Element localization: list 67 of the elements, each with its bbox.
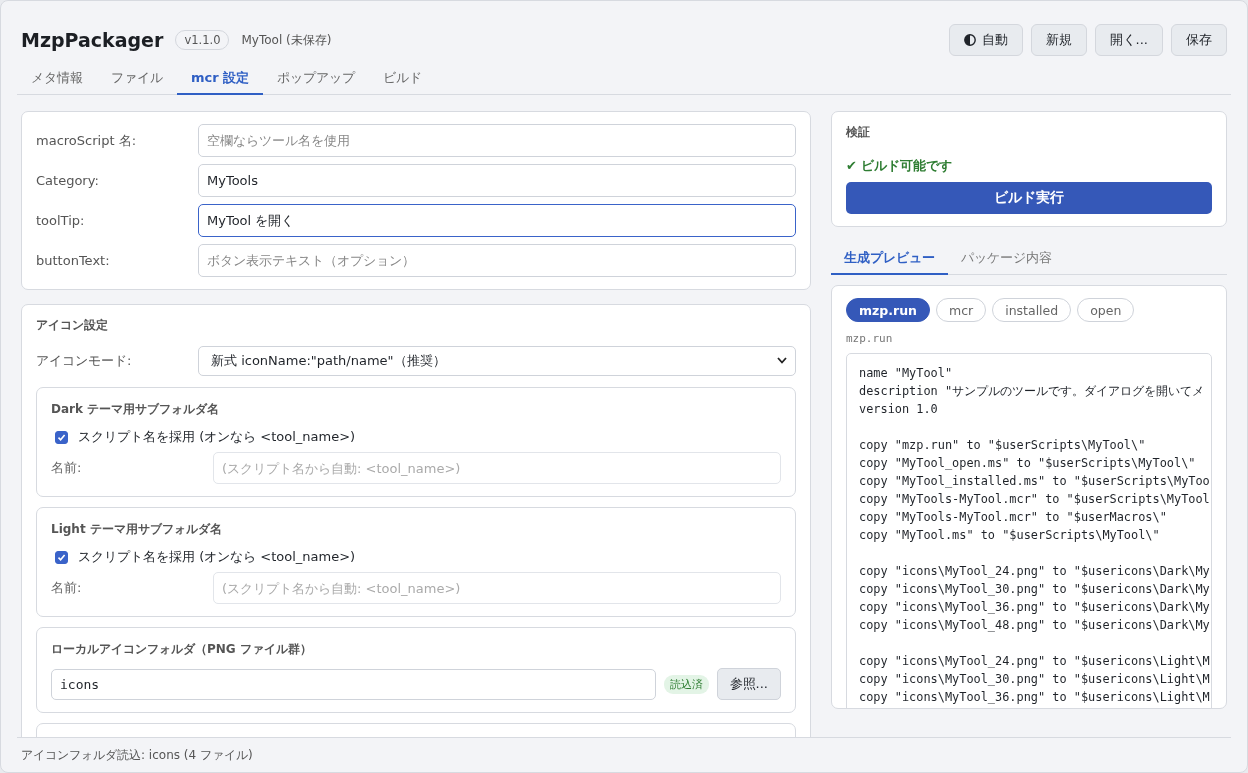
code-line: copy "icons\MyTool_48.png" to "$usericons\Dark\My xyxy=(859,617,1211,634)
input-field[interactable]: MyTool を開く xyxy=(198,204,796,237)
checkbox[interactable] xyxy=(55,430,68,444)
status-badge: 読込済 xyxy=(663,674,709,694)
theme-button[interactable]: 自動 xyxy=(948,24,1023,56)
code-line: copy "MyTools-MyTool.mcr" to "$userScripts\MyTool xyxy=(859,491,1211,508)
input-field[interactable]: ボタン表示テキスト（オプション） xyxy=(198,244,796,277)
code-line: name "MyTool" xyxy=(859,365,954,382)
chevron-down-icon xyxy=(777,357,787,364)
code-line: copy "mzp.run" to "$userScripts\MyTool\" xyxy=(859,437,1147,454)
section-title: Light テーマ用サブフォルダ名 xyxy=(51,521,223,538)
code-line: copy "MyTool_open.ms" to "$userScripts\MyTool\" xyxy=(859,455,1197,472)
section-title: Dark テーマ用サブフォルダ名 xyxy=(51,401,221,418)
code-line: copy "MyTool_installed.ms" to "$userScripts\MyToo xyxy=(859,473,1211,490)
status-text: アイコンフォルダ読込: icons (4 ファイル) xyxy=(21,746,253,764)
build-button[interactable]: ビルド実行 xyxy=(846,182,1212,214)
contrast-icon xyxy=(963,34,976,46)
input-field[interactable]: (スクリプト名から自動: <tool_name>) xyxy=(213,452,781,484)
file-chip[interactable]: open xyxy=(1077,298,1135,322)
app-title: MzpPackager xyxy=(21,29,164,51)
field-label: アイコンモード: xyxy=(36,351,133,370)
file-name: mzp.run xyxy=(846,332,894,345)
section-title: アイコン設定 xyxy=(36,317,109,334)
tab[interactable]: ファイル xyxy=(97,63,177,95)
icon-mode-select[interactable]: 新式 iconName:"path/name"（推奨） xyxy=(198,345,796,376)
section-title: 検証 xyxy=(846,124,871,141)
code-line: copy "icons\MyTool_30.png" to "$usericons\Light\M xyxy=(859,671,1211,688)
code-line: version 1.0 xyxy=(859,401,939,418)
code-line: copy "MyTool.ms" to "$userScripts\MyTool\" xyxy=(859,527,1161,544)
tab[interactable]: mcr 設定 xyxy=(177,63,264,95)
file-chip[interactable]: mcr xyxy=(935,298,987,322)
code-line: copy "icons\MyTool_24.png" to "$usericons\Light\M xyxy=(859,653,1211,670)
section-title: ローカルアイコンフォルダ（PNG ファイル群） xyxy=(51,641,313,658)
code-line: copy "icons\MyTool_24.png" to "$usericons\Dark\My xyxy=(859,563,1211,580)
field-label: 名前: xyxy=(51,459,83,477)
header-button[interactable]: 開く... xyxy=(1094,24,1163,56)
document-name: MyTool (未保存) xyxy=(241,31,332,49)
input-field[interactable]: MyTools xyxy=(198,164,796,197)
file-chip[interactable]: installed xyxy=(992,298,1072,322)
tab[interactable]: ポップアップ xyxy=(263,63,370,95)
checkbox-label: スクリプト名を採用 (オンなら <tool_name>) xyxy=(78,428,356,446)
header-button[interactable]: 保存 xyxy=(1171,24,1227,56)
field-label: buttonText: xyxy=(36,253,111,268)
input-field[interactable]: (スクリプト名から自動: <tool_name>) xyxy=(213,572,781,604)
header-button[interactable]: 新規 xyxy=(1030,24,1087,56)
input-field[interactable]: icons xyxy=(51,668,656,700)
code-line: copy "icons\MyTool_36.png" to "$usericons\Dark\My xyxy=(859,599,1211,616)
checkbox-label: スクリプト名を採用 (オンなら <tool_name>) xyxy=(78,548,356,566)
checkbox[interactable] xyxy=(55,550,68,564)
code-line: copy "icons\MyTool_36.png" to "$usericons\Light\M xyxy=(859,689,1211,706)
code-line: copy "icons\MyTool_30.png" to "$usericons\Dark\My xyxy=(859,581,1211,598)
file-chip[interactable]: mzp.run xyxy=(846,298,930,322)
check-icon xyxy=(57,552,66,562)
browse-button[interactable]: 参照... xyxy=(716,668,781,700)
tab[interactable]: パッケージ内容 xyxy=(948,243,1065,275)
field-label: Category: xyxy=(36,173,100,188)
tab[interactable]: ビルド xyxy=(369,63,437,95)
field-label: 名前: xyxy=(51,579,83,597)
field-label: macroScript 名: xyxy=(36,131,137,150)
field-label: toolTip: xyxy=(36,213,86,228)
tab[interactable]: メタ情報 xyxy=(17,63,97,95)
tab[interactable]: 生成プレビュー xyxy=(831,243,948,275)
code-line: description "サンプルのツールです。ダイアログを開いてメ xyxy=(859,383,1206,400)
check-icon xyxy=(57,432,66,442)
input-field[interactable]: 空欄ならツール名を使用 xyxy=(198,124,796,157)
code-line: copy "MyTools-MyTool.mcr" to "$userMacros\" xyxy=(859,509,1168,526)
status-message: ✔ ビルド可能です xyxy=(846,157,954,175)
